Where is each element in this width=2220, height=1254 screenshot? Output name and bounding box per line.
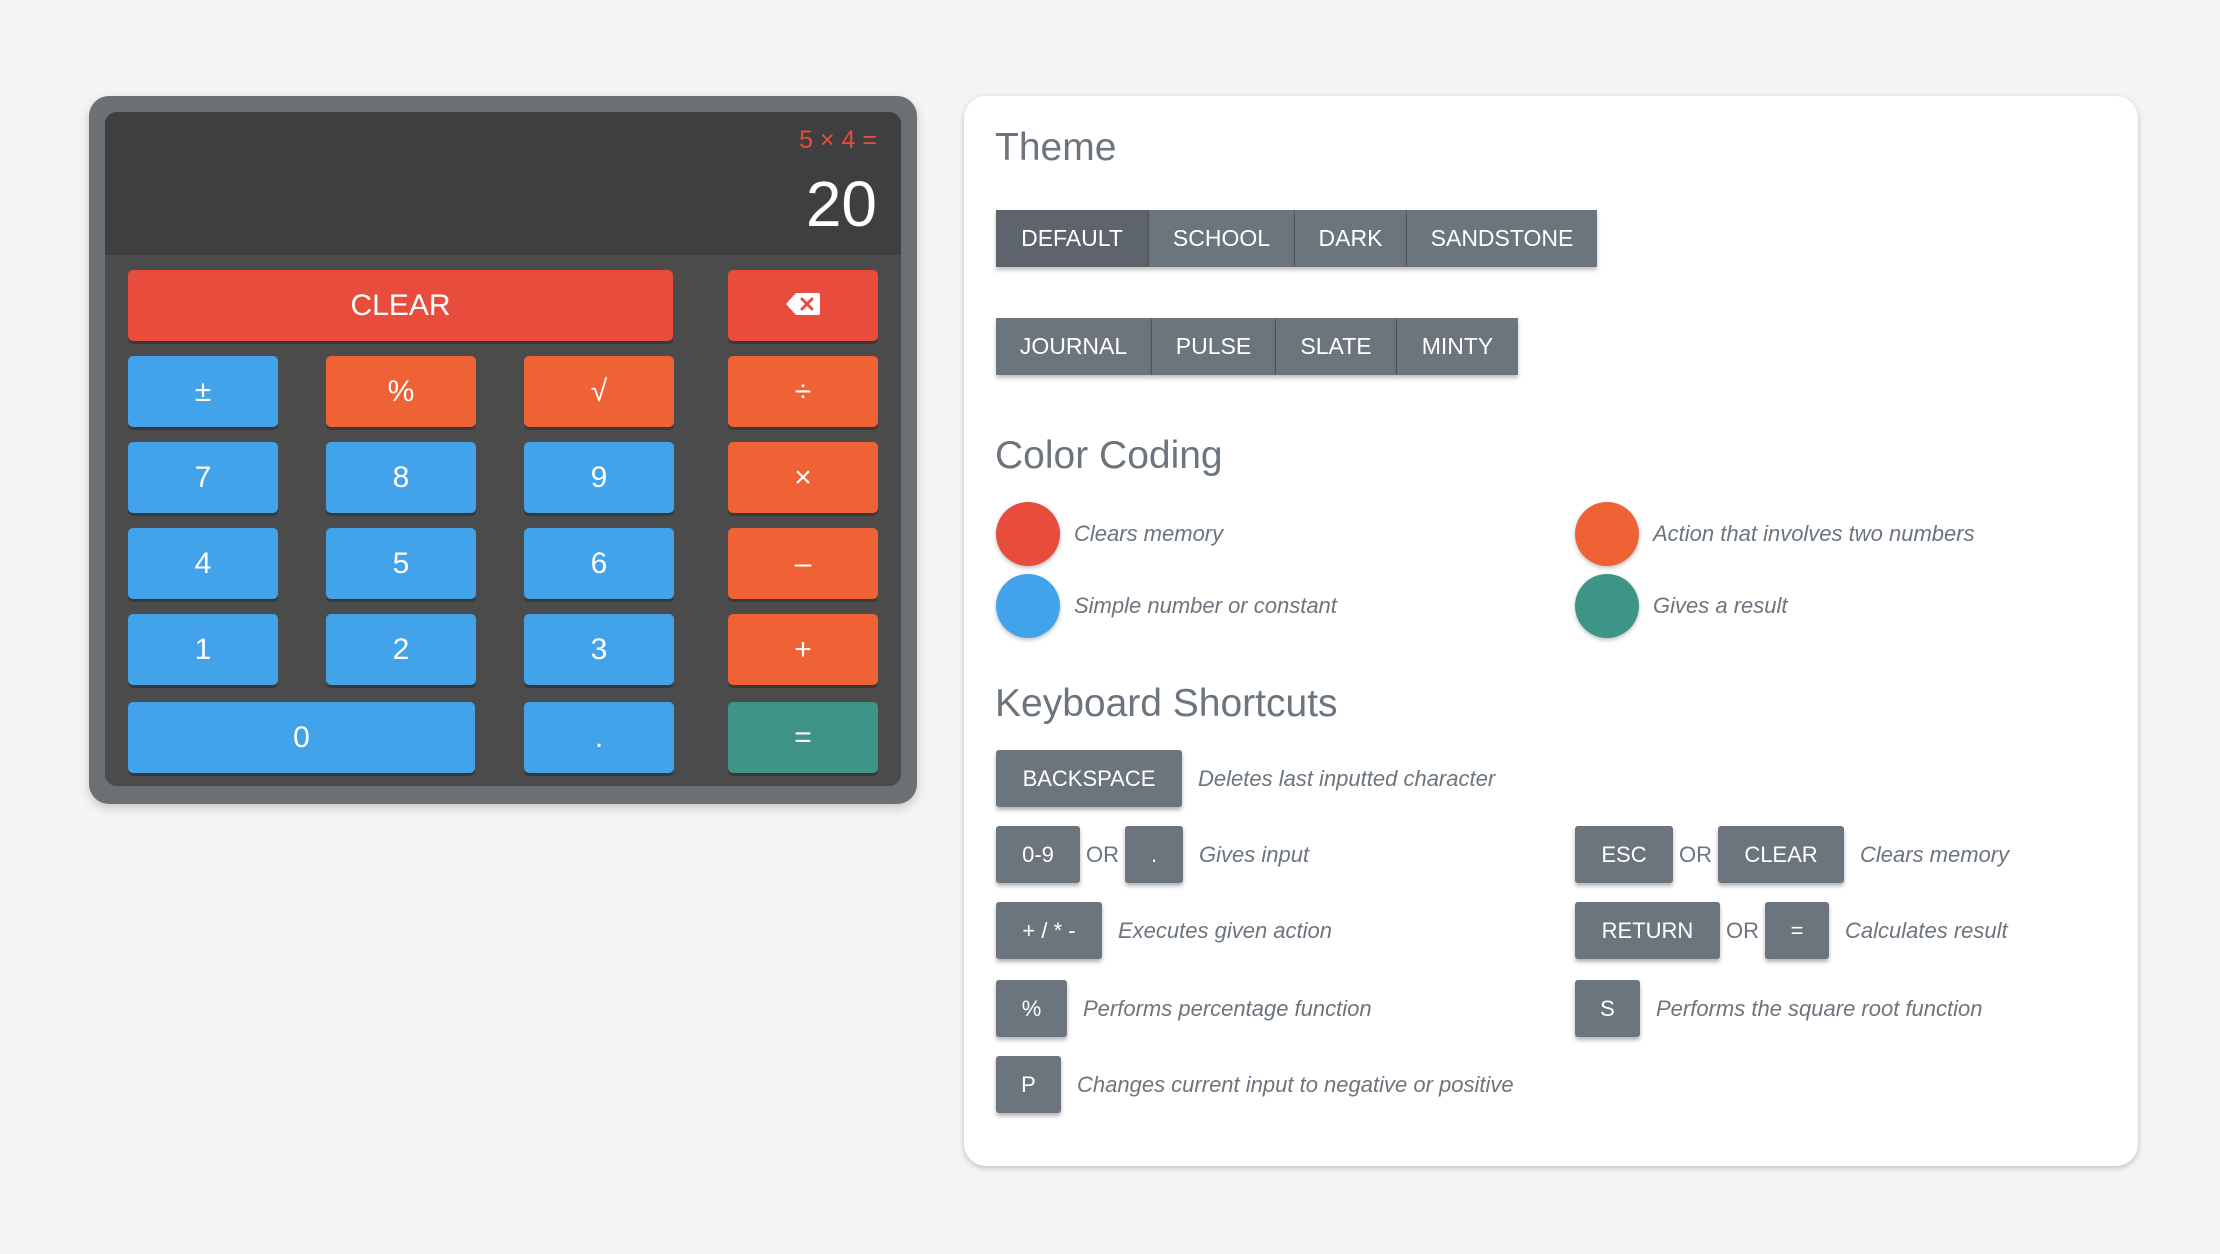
kbd-esc: ESC (1575, 826, 1673, 883)
shortcut-digits: 0-9 OR . Gives input (996, 826, 1309, 883)
shortcut-desc: Performs percentage function (1083, 995, 1372, 1021)
kbd-s: S (1575, 980, 1640, 1037)
digit-3-button[interactable]: 3 (524, 614, 674, 685)
kbd-digits: 0-9 (996, 826, 1080, 883)
digit-2-button[interactable]: 2 (326, 614, 476, 685)
digit-5-button[interactable]: 5 (326, 528, 476, 599)
keypad: CLEAR ± % √ ÷ 7 8 9 × 4 5 6 – 1 2 3 + 0 … (105, 255, 901, 786)
shortcut-sqrt: S Performs the square root function (1575, 980, 1983, 1037)
calculator-display: 5 × 4 = 20 (105, 112, 901, 255)
shortcut-desc: Gives input (1199, 841, 1310, 867)
digit-6-button[interactable]: 6 (524, 528, 674, 599)
kbd-clear: CLEAR (1718, 826, 1844, 883)
theme-button-default[interactable]: DEFAULT (996, 210, 1149, 267)
shortcut-percent: % Performs percentage function (996, 980, 1372, 1037)
legend-label: Gives a result (1653, 593, 1788, 618)
kbd-equals: = (1765, 902, 1829, 959)
divide-button[interactable]: ÷ (728, 356, 878, 427)
shortcut-desc: Performs the square root function (1656, 995, 1983, 1021)
color-coding-heading: Color Coding (995, 434, 1223, 477)
info-panel: Theme DEFAULT SCHOOL DARK SANDSTONE JOUR… (964, 96, 2138, 1166)
digit-1-button[interactable]: 1 (128, 614, 278, 685)
legend-result: Gives a result (1575, 574, 1788, 638)
result-display: 20 (805, 168, 877, 240)
or-label: OR (1726, 917, 1759, 943)
kbd-ops: + / * - (996, 902, 1102, 959)
shortcut-negate: P Changes current input to negative or p… (996, 1056, 1514, 1113)
theme-heading: Theme (995, 126, 1117, 169)
theme-group-2: JOURNAL PULSE SLATE MINTY (996, 318, 1518, 375)
legend-label: Action that involves two numbers (1653, 521, 1975, 546)
kbd-p: P (996, 1056, 1061, 1113)
shortcut-backspace: BACKSPACE Deletes last inputted characte… (996, 750, 1495, 807)
decimal-button[interactable]: . (524, 702, 674, 773)
expression-display: 5 × 4 = (799, 126, 877, 154)
theme-group-1: DEFAULT SCHOOL DARK SANDSTONE (996, 210, 1597, 267)
legend-clear: Clears memory (996, 502, 1223, 566)
kbd-return: RETURN (1575, 902, 1720, 959)
plus-minus-button[interactable]: ± (128, 356, 278, 427)
shortcut-desc: Deletes last inputted character (1198, 765, 1496, 791)
theme-button-journal[interactable]: JOURNAL (996, 318, 1152, 375)
or-label: OR (1679, 841, 1712, 867)
theme-button-minty[interactable]: MINTY (1397, 318, 1518, 375)
digit-4-button[interactable]: 4 (128, 528, 278, 599)
equals-button[interactable]: = (728, 702, 878, 773)
red-dot-icon (996, 502, 1060, 566)
legend-action: Action that involves two numbers (1575, 502, 1975, 566)
shortcut-result: RETURN OR = Calculates result (1575, 902, 2008, 959)
backspace-button[interactable] (728, 270, 878, 341)
theme-button-slate[interactable]: SLATE (1276, 318, 1397, 375)
kbd-backspace: BACKSPACE (996, 750, 1182, 807)
kbd-percent: % (996, 980, 1067, 1037)
calculator: 5 × 4 = 20 CLEAR ± % √ ÷ 7 8 9 × 4 5 6 –… (89, 96, 917, 804)
theme-button-pulse[interactable]: PULSE (1152, 318, 1276, 375)
clear-button[interactable]: CLEAR (128, 270, 673, 341)
digit-7-button[interactable]: 7 (128, 442, 278, 513)
orange-dot-icon (1575, 502, 1639, 566)
minus-button[interactable]: – (728, 528, 878, 599)
blue-dot-icon (996, 574, 1060, 638)
calculator-body: 5 × 4 = 20 CLEAR ± % √ ÷ 7 8 9 × 4 5 6 –… (105, 112, 901, 786)
legend-label: Clears memory (1074, 521, 1224, 546)
shortcut-desc: Calculates result (1845, 917, 2008, 943)
theme-button-dark[interactable]: DARK (1295, 210, 1407, 267)
or-label: OR (1086, 841, 1119, 867)
theme-button-sandstone[interactable]: SANDSTONE (1407, 210, 1597, 267)
theme-button-school[interactable]: SCHOOL (1149, 210, 1295, 267)
shortcuts-heading: Keyboard Shortcuts (995, 682, 1338, 725)
multiply-button[interactable]: × (728, 442, 878, 513)
plus-button[interactable]: + (728, 614, 878, 685)
sqrt-button[interactable]: √ (524, 356, 674, 427)
shortcut-desc: Clears memory (1860, 841, 2010, 867)
backspace-icon (786, 289, 820, 323)
kbd-dot: . (1125, 826, 1183, 883)
teal-dot-icon (1575, 574, 1639, 638)
shortcut-clear: ESC OR CLEAR Clears memory (1575, 826, 2009, 883)
digit-9-button[interactable]: 9 (524, 442, 674, 513)
shortcut-ops: + / * - Executes given action (996, 902, 1332, 959)
percent-button[interactable]: % (326, 356, 476, 427)
page: 5 × 4 = 20 CLEAR ± % √ ÷ 7 8 9 × 4 5 6 –… (0, 0, 2220, 1254)
digit-8-button[interactable]: 8 (326, 442, 476, 513)
legend-label: Simple number or constant (1074, 593, 1337, 618)
shortcut-desc: Changes current input to negative or pos… (1077, 1071, 1514, 1097)
digit-0-button[interactable]: 0 (128, 702, 475, 773)
shortcut-desc: Executes given action (1118, 917, 1333, 943)
legend-number: Simple number or constant (996, 574, 1337, 638)
